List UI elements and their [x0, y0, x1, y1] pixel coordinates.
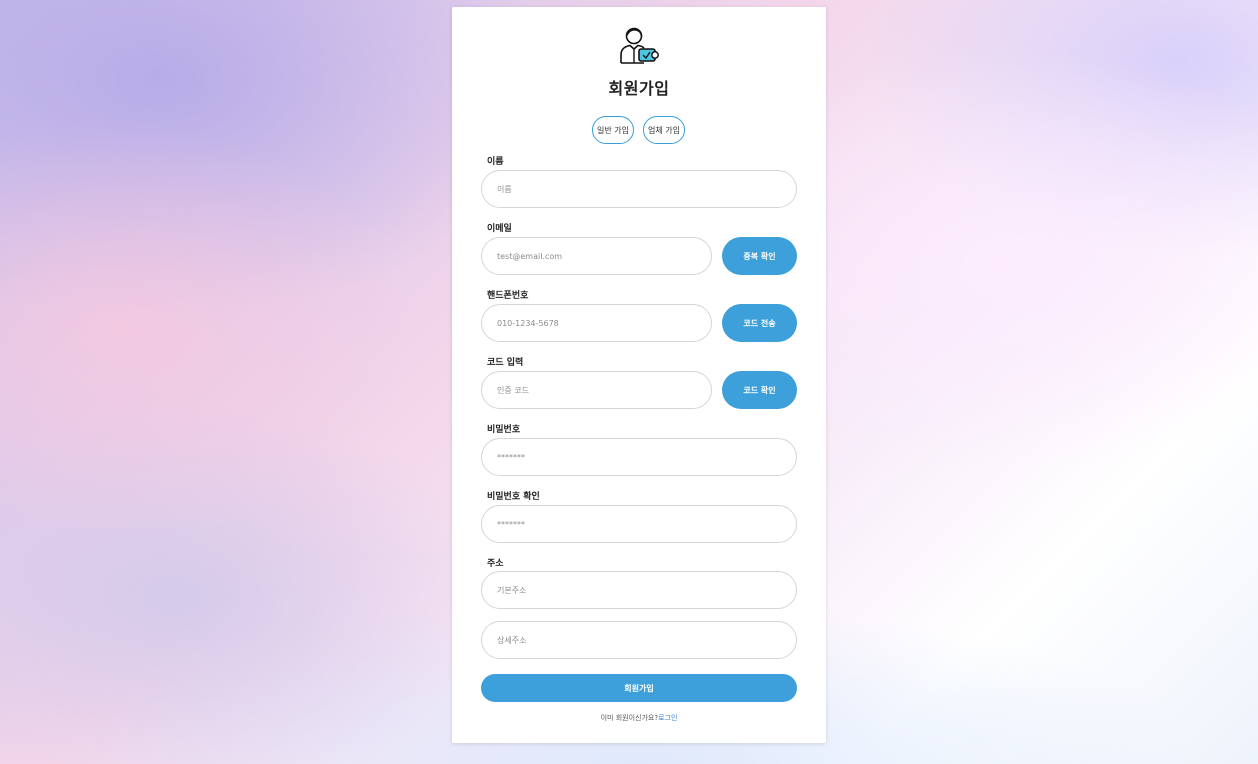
- password-input[interactable]: [481, 438, 797, 476]
- signup-submit-button[interactable]: 회원가입: [481, 674, 797, 702]
- password-confirm-label: 비밀번호 확인: [487, 492, 540, 502]
- user-card-icon: [620, 27, 659, 64]
- password-label: 비밀번호: [487, 425, 521, 435]
- basic-address-input[interactable]: [481, 571, 797, 609]
- login-prompt: 이미 회원이신가요?로그인: [452, 713, 826, 723]
- send-code-button[interactable]: 코드 전송: [722, 304, 797, 342]
- login-question-text: 이미 회원이신가요?: [600, 714, 659, 722]
- password-confirm-input[interactable]: [481, 505, 797, 543]
- address-label: 주소: [487, 559, 504, 569]
- email-label: 이메일: [487, 224, 512, 234]
- phone-label: 핸드폰번호: [487, 291, 529, 301]
- verification-code-input[interactable]: [481, 371, 712, 409]
- phone-input[interactable]: [481, 304, 712, 342]
- login-link[interactable]: 로그인: [658, 714, 677, 722]
- business-signup-button[interactable]: 업체 가입: [643, 116, 685, 144]
- name-label: 이름: [487, 157, 504, 167]
- signup-card: 회원가입 일반 가입 업체 가입 이름 이메일 중복 확인 핸드폰번호 코드 전…: [452, 7, 826, 743]
- code-label: 코드 입력: [487, 358, 524, 368]
- email-duplicate-check-button[interactable]: 중복 확인: [722, 237, 797, 275]
- page-title: 회원가입: [608, 79, 670, 98]
- detail-address-input[interactable]: [481, 621, 797, 659]
- verify-code-button[interactable]: 코드 확인: [722, 371, 797, 409]
- email-input[interactable]: [481, 237, 712, 275]
- name-input[interactable]: [481, 170, 797, 208]
- personal-signup-button[interactable]: 일반 가입: [592, 116, 634, 144]
